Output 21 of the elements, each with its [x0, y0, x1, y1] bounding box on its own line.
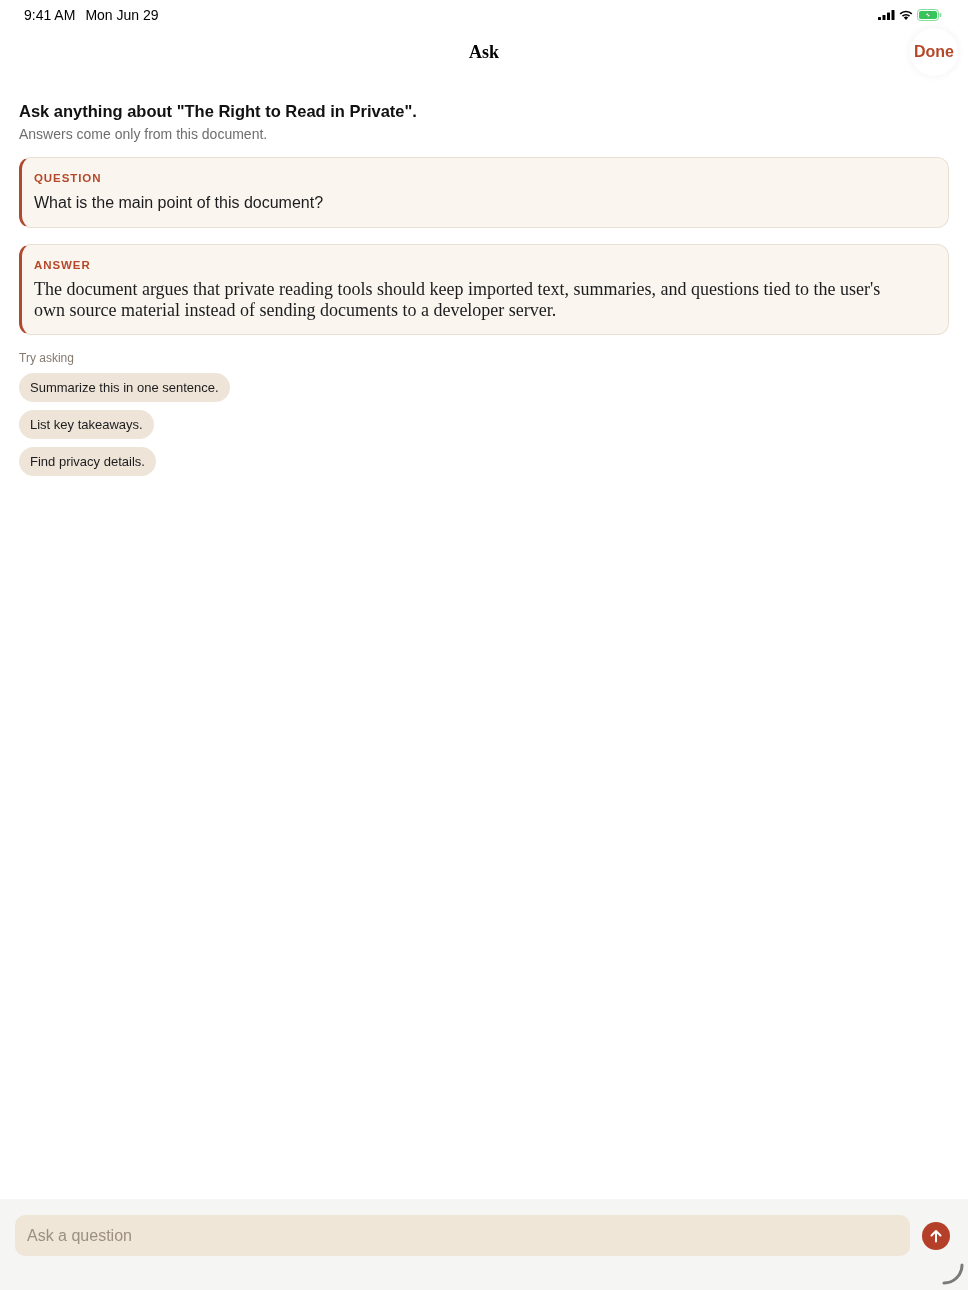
message-label: QUESTION: [34, 171, 103, 185]
suggestion-chip[interactable]: Summarize this in one sentence.: [19, 373, 230, 402]
question-text: What is the main point of this document?: [34, 193, 325, 213]
answer-text: The document argues that private reading tools should keep imported text, summaries, and questions tied to the user's own source material instead of sending documents to a developer server.: [34, 279, 882, 321]
status-time: 9:41 AM: [24, 5, 76, 25]
suggestion-chip[interactable]: Find privacy details.: [19, 447, 156, 476]
suggestion-chip[interactable]: List key takeaways.: [19, 410, 154, 439]
suggestions-label: Try asking: [19, 350, 75, 366]
arrow-up-icon: [929, 1228, 943, 1243]
status-date: Mon Jun 29: [85, 5, 159, 25]
nav-title: Ask: [469, 40, 499, 64]
battery-charging-icon: [917, 9, 942, 21]
wifi-icon: [899, 10, 913, 20]
done-button[interactable]: Done: [910, 28, 958, 76]
signal-icon: [878, 10, 895, 20]
intro-heading: Ask anything about "The Right to Read in Private".: [19, 101, 418, 122]
question-input[interactable]: Ask a question: [15, 1215, 910, 1256]
message-label: ANSWER: [34, 258, 92, 272]
send-button[interactable]: [922, 1221, 950, 1250]
intro-subtitle: Answers come only from this document.: [19, 125, 269, 143]
resize-handle-icon: [942, 1263, 964, 1285]
